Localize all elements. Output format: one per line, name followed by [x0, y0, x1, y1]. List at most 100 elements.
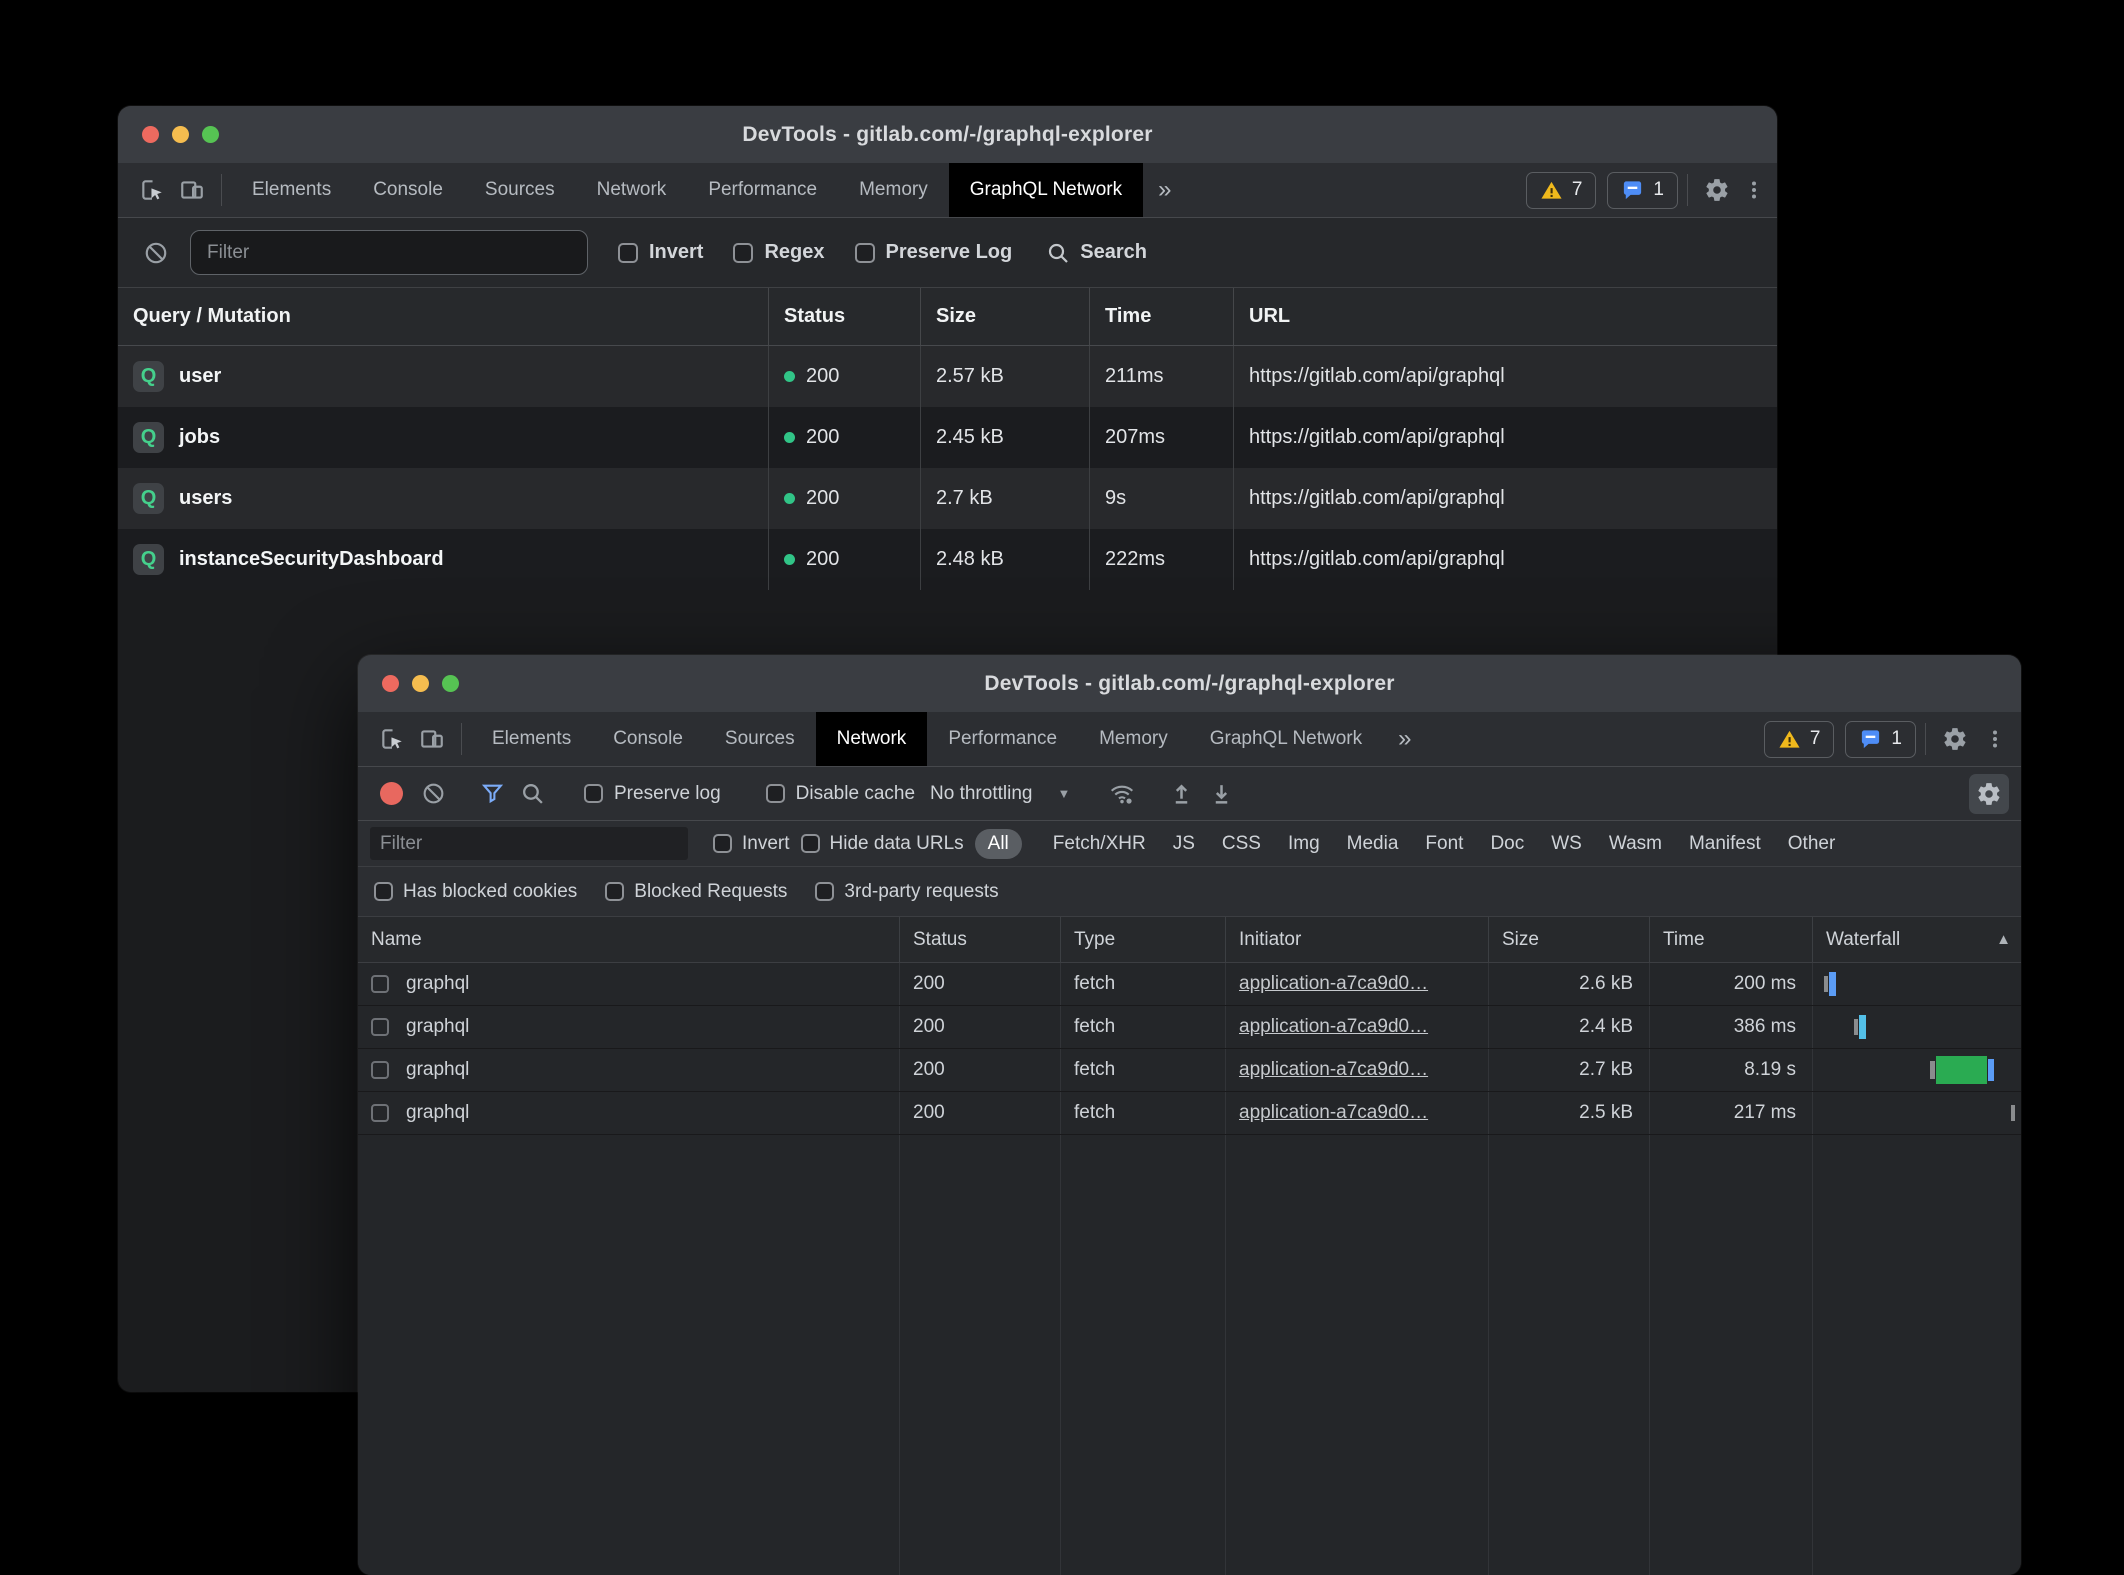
- preserve-log-checkbox[interactable]: [855, 243, 875, 263]
- network-conditions-icon[interactable]: [1102, 774, 1142, 814]
- row-checkbox[interactable]: [371, 1104, 389, 1122]
- column-header-time[interactable]: Time: [1089, 288, 1233, 345]
- hide-data-urls-checkbox[interactable]: [801, 834, 820, 853]
- settings-gear-icon[interactable]: [1935, 719, 1975, 759]
- regex-checkbox-group[interactable]: Regex: [733, 241, 824, 264]
- tab-sources[interactable]: Sources: [464, 163, 576, 217]
- column-header-size[interactable]: Size: [1488, 917, 1649, 962]
- tab-memory[interactable]: Memory: [838, 163, 949, 217]
- filter-chip-fetch-xhr[interactable]: Fetch/XHR: [1045, 829, 1154, 859]
- filter-chip-other[interactable]: Other: [1780, 829, 1844, 859]
- filter-chip-wasm[interactable]: Wasm: [1601, 829, 1670, 859]
- tab-network[interactable]: Network: [816, 712, 928, 766]
- filter-chip-media[interactable]: Media: [1339, 829, 1407, 859]
- column-header-status[interactable]: Status: [768, 288, 920, 345]
- filter-chip-css[interactable]: CSS: [1214, 829, 1269, 859]
- tab-sources[interactable]: Sources: [704, 712, 816, 766]
- initiator-link[interactable]: application-a7ca9d0…: [1239, 1102, 1428, 1124]
- filter-chip-font[interactable]: Font: [1417, 829, 1471, 859]
- table-row[interactable]: graphql 200 fetch application-a7ca9d0… 2…: [358, 1092, 2021, 1135]
- tab-console[interactable]: Console: [352, 163, 464, 217]
- title-bar[interactable]: DevTools - gitlab.com/-/graphql-explorer: [358, 655, 2021, 712]
- table-row[interactable]: graphql 200 fetch application-a7ca9d0… 2…: [358, 1049, 2021, 1092]
- issues-badge[interactable]: 1: [1607, 172, 1678, 209]
- table-row[interactable]: graphql 200 fetch application-a7ca9d0… 2…: [358, 1006, 2021, 1049]
- device-toolbar-icon[interactable]: [172, 170, 212, 210]
- table-row[interactable]: graphql 200 fetch application-a7ca9d0… 2…: [358, 963, 2021, 1006]
- invert-checkbox-group[interactable]: Invert: [713, 833, 790, 855]
- column-header-query-mutation[interactable]: Query / Mutation: [118, 288, 768, 345]
- row-checkbox[interactable]: [371, 1061, 389, 1079]
- disable-cache-checkbox[interactable]: [766, 784, 785, 803]
- zoom-window-button[interactable]: [202, 126, 219, 143]
- warnings-badge[interactable]: 7: [1764, 721, 1835, 758]
- blocked-requests-checkbox-group[interactable]: Blocked Requests: [605, 881, 787, 903]
- tab-performance[interactable]: Performance: [687, 163, 838, 217]
- tab-memory[interactable]: Memory: [1078, 712, 1189, 766]
- table-row[interactable]: Qusers 200 2.7 kB 9s https://gitlab.com/…: [118, 468, 1777, 529]
- filter-chip-doc[interactable]: Doc: [1482, 829, 1532, 859]
- third-party-requests-checkbox[interactable]: [815, 882, 834, 901]
- import-har-icon[interactable]: [1161, 774, 1201, 814]
- table-row[interactable]: QinstanceSecurityDashboard 200 2.48 kB 2…: [118, 529, 1777, 590]
- column-header-initiator[interactable]: Initiator: [1225, 917, 1488, 962]
- invert-checkbox[interactable]: [618, 243, 638, 263]
- tab-console[interactable]: Console: [592, 712, 704, 766]
- row-checkbox[interactable]: [371, 975, 389, 993]
- column-header-size[interactable]: Size: [920, 288, 1089, 345]
- column-header-url[interactable]: URL: [1233, 288, 1777, 345]
- filter-chip-js[interactable]: JS: [1165, 829, 1203, 859]
- settings-gear-icon[interactable]: [1697, 170, 1737, 210]
- tab-network[interactable]: Network: [576, 163, 688, 217]
- minimize-window-button[interactable]: [412, 675, 429, 692]
- clear-icon[interactable]: [413, 774, 453, 814]
- throttling-dropdown[interactable]: No throttling ▼: [930, 783, 1070, 805]
- clear-icon[interactable]: [136, 233, 176, 273]
- title-bar[interactable]: DevTools - gitlab.com/-/graphql-explorer: [118, 106, 1777, 163]
- preserve-log-checkbox-group[interactable]: Preserve log: [584, 783, 721, 805]
- kebab-menu-icon[interactable]: [1737, 170, 1777, 210]
- invert-checkbox[interactable]: [713, 834, 732, 853]
- issues-badge[interactable]: 1: [1845, 721, 1916, 758]
- minimize-window-button[interactable]: [172, 126, 189, 143]
- kebab-menu-icon[interactable]: [1975, 719, 2015, 759]
- warnings-badge[interactable]: 7: [1526, 172, 1597, 209]
- more-tabs-icon[interactable]: »: [1383, 712, 1426, 766]
- tab-elements[interactable]: Elements: [231, 163, 352, 217]
- tab-graphql-network[interactable]: GraphQL Network: [1189, 712, 1383, 766]
- regex-checkbox[interactable]: [733, 243, 753, 263]
- disable-cache-checkbox-group[interactable]: Disable cache: [766, 783, 915, 805]
- third-party-requests-checkbox-group[interactable]: 3rd-party requests: [815, 881, 998, 903]
- tab-performance[interactable]: Performance: [927, 712, 1078, 766]
- has-blocked-cookies-checkbox-group[interactable]: Has blocked cookies: [374, 881, 577, 903]
- tab-elements[interactable]: Elements: [471, 712, 592, 766]
- search-icon[interactable]: [512, 774, 552, 814]
- network-filter-input[interactable]: [370, 827, 688, 860]
- column-header-waterfall[interactable]: Waterfall ▲: [1812, 917, 2021, 962]
- export-har-icon[interactable]: [1201, 774, 1241, 814]
- inspect-icon[interactable]: [372, 719, 412, 759]
- column-header-name[interactable]: Name: [358, 917, 899, 962]
- column-header-type[interactable]: Type: [1060, 917, 1225, 962]
- preserve-log-checkbox-group[interactable]: Preserve Log: [855, 241, 1013, 264]
- filter-chip-ws[interactable]: WS: [1543, 829, 1590, 859]
- search-button[interactable]: Search: [1046, 241, 1147, 265]
- has-blocked-cookies-checkbox[interactable]: [374, 882, 393, 901]
- table-row[interactable]: Qjobs 200 2.45 kB 207ms https://gitlab.c…: [118, 407, 1777, 468]
- initiator-link[interactable]: application-a7ca9d0…: [1239, 1016, 1428, 1038]
- more-tabs-icon[interactable]: »: [1143, 163, 1186, 217]
- preserve-log-checkbox[interactable]: [584, 784, 603, 803]
- inspect-icon[interactable]: [132, 170, 172, 210]
- invert-checkbox-group[interactable]: Invert: [618, 241, 703, 264]
- filter-funnel-icon[interactable]: [472, 774, 512, 814]
- zoom-window-button[interactable]: [442, 675, 459, 692]
- close-window-button[interactable]: [142, 126, 159, 143]
- initiator-link[interactable]: application-a7ca9d0…: [1239, 1059, 1428, 1081]
- filter-input[interactable]: [190, 230, 588, 275]
- column-header-time[interactable]: Time: [1649, 917, 1812, 962]
- filter-chip-img[interactable]: Img: [1280, 829, 1328, 859]
- record-button[interactable]: [380, 782, 403, 805]
- table-row[interactable]: Quser 200 2.57 kB 211ms https://gitlab.c…: [118, 346, 1777, 407]
- hide-data-urls-checkbox-group[interactable]: Hide data URLs: [801, 833, 964, 855]
- close-window-button[interactable]: [382, 675, 399, 692]
